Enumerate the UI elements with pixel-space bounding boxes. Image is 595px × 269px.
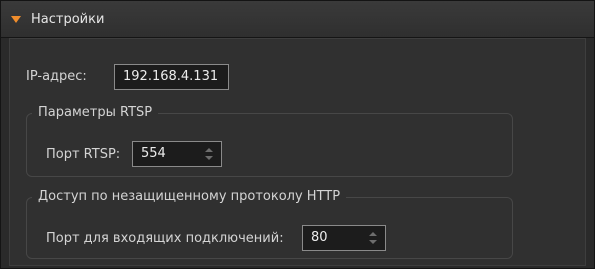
rtsp-port-value: 554 [141,146,166,161]
http-port-value: 80 [311,230,328,245]
stepper-up-icon[interactable] [205,148,213,152]
rtsp-group-title: Параметры RTSP [32,105,159,120]
stepper-down-icon[interactable] [205,156,213,160]
rtsp-port-stepper[interactable]: 554 [132,141,222,167]
http-group-title: Доступ по незащищенному протоколу HTTP [32,189,347,204]
http-port-label: Порт для входящих подключений: [46,231,284,246]
settings-body: IP-адрес: 192.168.4.131 Параметры RTSP П… [9,38,586,266]
stepper-down-icon[interactable] [369,240,377,244]
ip-address-input[interactable]: 192.168.4.131 [114,64,229,90]
settings-panel: Настройки IP-адрес: 192.168.4.131 Параме… [0,0,595,269]
http-group [26,197,513,259]
rtsp-group [26,113,513,177]
ip-address-label: IP-адрес: [26,69,87,84]
section-title: Настройки [31,11,105,27]
http-port-stepper[interactable]: 80 [302,225,386,251]
section-header[interactable]: Настройки [1,1,594,38]
rtsp-port-label: Порт RTSP: [46,147,121,162]
stepper-up-icon[interactable] [369,232,377,236]
triangle-down-icon[interactable] [11,15,21,23]
